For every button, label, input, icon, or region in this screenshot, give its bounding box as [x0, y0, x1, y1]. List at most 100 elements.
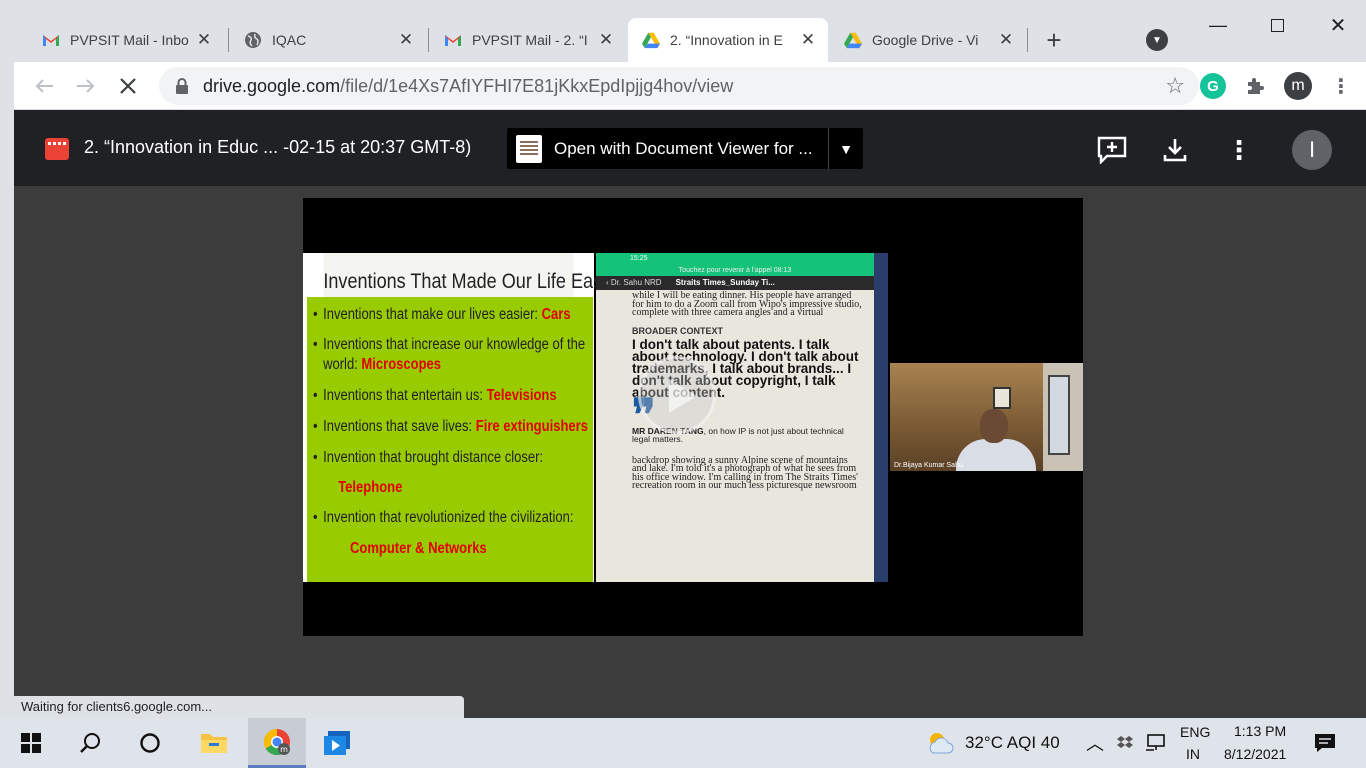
url-host: drive.google.com	[203, 76, 341, 96]
add-comment-icon	[1097, 136, 1127, 164]
tab-title: IQAC	[272, 32, 307, 48]
chrome-icon: m	[263, 728, 290, 755]
bookmark-star-icon[interactable]: ☆	[1165, 73, 1185, 99]
slide-highlight: Telephone	[338, 479, 403, 496]
tab-strip: PVPSIT Mail - Inbo ✕ IQAC ✕ PVPSIT Mail …	[0, 0, 1366, 62]
language-top[interactable]: ENG	[1180, 724, 1210, 740]
minimize-button[interactable]: —	[1200, 10, 1236, 40]
article-paragraph: backdrop showing a sunny Alpine scene of…	[632, 454, 858, 491]
phone-screen-share: 15:25 Touchez pour revenir à l'appel 08:…	[596, 253, 874, 582]
clock-time[interactable]: 1:13 PM	[1234, 723, 1286, 739]
gmail-icon	[42, 31, 60, 49]
file-explorer-button[interactable]	[185, 718, 243, 768]
new-tab-button[interactable]: +	[1040, 25, 1068, 55]
tab-title: PVPSIT Mail - Inbo	[70, 32, 189, 48]
slide-bullet: Inventions that entertain us: Television…	[313, 386, 599, 406]
network-icon[interactable]	[1145, 734, 1167, 757]
tab-innovation-in-education[interactable]: 2. “Innovation in E ✕	[628, 18, 828, 62]
profile-avatar[interactable]: m	[1284, 72, 1312, 100]
weather-icon[interactable]	[926, 731, 954, 760]
tab-search-button[interactable]: ▼	[1146, 29, 1168, 51]
extensions-button[interactable]	[1242, 73, 1268, 99]
close-tab-icon[interactable]: ✕	[396, 30, 416, 50]
close-tab-icon[interactable]: ✕	[798, 30, 818, 50]
presentation-slide: Inventions That Made Our Life Easier Inv…	[303, 253, 622, 582]
google-drive-icon	[844, 31, 862, 49]
slide-bullet: Invention that brought distance closer:	[313, 448, 599, 468]
maximize-button[interactable]	[1259, 10, 1295, 40]
dropbox-icon[interactable]	[1116, 735, 1134, 756]
article-paragraph: while I will be eating dinner. His peopl…	[632, 290, 862, 318]
stop-loading-button[interactable]	[114, 72, 142, 100]
close-window-button[interactable]: ✕	[1320, 10, 1356, 40]
download-button[interactable]	[1159, 134, 1191, 166]
slide-body: Inventions that make our lives easier: C…	[307, 297, 593, 582]
play-icon[interactable]	[638, 356, 716, 434]
download-icon	[1163, 139, 1187, 162]
url-path: /file/d/1e4Xs7AfIYFHI7E81jKkxEpdIpjjg4ho…	[340, 76, 734, 96]
notifications-icon[interactable]	[1314, 733, 1336, 758]
slide-bullet: Inventions that make our lives easier: C…	[313, 305, 599, 325]
speaker-name: Dr.Bijaya Kumar Sahu	[894, 462, 963, 469]
tab-pvpsit-mail-inbox[interactable]: PVPSIT Mail - Inbo ✕	[28, 18, 224, 62]
windows-taskbar: m 32°C AQI 40 ︿ ENG IN 1:13 PM 8/12/2021	[0, 718, 1366, 768]
language-bottom[interactable]: IN	[1186, 746, 1200, 762]
slide-highlight: Computer & Networks	[349, 540, 487, 557]
start-button[interactable]	[2, 718, 60, 768]
google-drive-icon	[642, 31, 660, 49]
forward-button[interactable]	[72, 72, 100, 100]
maximize-icon	[1270, 18, 1284, 32]
open-with-button[interactable]: Open with Document Viewer for ... ▼	[507, 128, 863, 169]
close-tab-icon[interactable]: ✕	[194, 30, 214, 50]
tab-title: Google Drive - Vi	[872, 32, 979, 48]
svg-text:m: m	[280, 745, 288, 754]
url-text: drive.google.com/file/d/1e4Xs7AfIYFHI7E8…	[203, 76, 733, 97]
video-player[interactable]: Inventions That Made Our Life Easier Inv…	[303, 198, 1083, 636]
search-button[interactable]	[62, 718, 120, 768]
close-icon	[120, 78, 136, 94]
chevron-up-icon[interactable]: ︿	[1086, 730, 1104, 756]
article-caption: BROADER CONTEXT	[632, 325, 724, 336]
clock-date[interactable]: 8/12/2021	[1224, 746, 1286, 762]
more-actions-button[interactable]: ⋮	[1223, 134, 1255, 166]
tab-pvpsit-mail-2[interactable]: PVPSIT Mail - 2. “I ✕	[430, 18, 626, 62]
grammarly-icon: G	[1207, 77, 1219, 95]
account-initial: I	[1308, 137, 1316, 162]
add-comment-button[interactable]	[1096, 134, 1128, 166]
profile-initial: m	[1291, 77, 1305, 94]
tab-iqac[interactable]: IQAC ✕	[230, 18, 426, 62]
document-viewer-app-icon	[516, 134, 542, 163]
globe-icon	[244, 31, 262, 49]
weather-text[interactable]: 32°C AQI 40	[965, 733, 1060, 753]
tab-google-drive[interactable]: Google Drive - Vi ✕	[830, 18, 1026, 62]
folder-icon	[201, 734, 227, 753]
phone-call-banner: Touchez pour revenir à l'appel 08:13	[596, 265, 874, 276]
cortana-icon	[140, 733, 160, 753]
browser-menu-button[interactable]: ⋮	[1328, 73, 1354, 99]
video-file-icon	[45, 138, 69, 160]
chevron-down-icon[interactable]: ▼	[829, 141, 863, 157]
slide-title: Inventions That Made Our Life Easier	[323, 253, 622, 297]
slide-bullet: Inventions that increase our knowledge o…	[313, 335, 599, 375]
phone-chat-bar: ‹ Dr. Sahu NRD Straits Times_Sunday Ti...	[596, 276, 874, 290]
close-tab-icon[interactable]: ✕	[596, 30, 616, 50]
grammarly-extension-button[interactable]: G	[1200, 73, 1226, 99]
chrome-taskbar-button[interactable]: m	[248, 718, 306, 768]
tab-title: PVPSIT Mail - 2. “I	[472, 32, 588, 48]
video-player-icon	[324, 731, 350, 755]
arrow-left-icon	[35, 79, 53, 93]
cortana-button[interactable]	[121, 718, 179, 768]
phone-status-bar: 15:25	[596, 253, 874, 265]
open-with-label: Open with Document Viewer for ...	[554, 138, 813, 158]
address-bar[interactable]: drive.google.com/file/d/1e4Xs7AfIYFHI7E8…	[159, 67, 1199, 105]
file-title: 2. “Innovation in Educ ... -02-15 at 20:…	[84, 137, 472, 157]
slide-bullet: Inventions that save lives: Fire extingu…	[313, 417, 599, 437]
slide-bullet: Invention that revolutionized the civili…	[313, 508, 599, 528]
account-avatar[interactable]: I	[1292, 130, 1332, 170]
lock-icon	[176, 78, 188, 94]
puzzle-icon	[1248, 78, 1264, 94]
close-tab-icon[interactable]: ✕	[996, 30, 1016, 50]
back-button[interactable]	[30, 72, 58, 100]
media-app-button[interactable]	[309, 718, 367, 768]
search-icon	[80, 733, 100, 753]
